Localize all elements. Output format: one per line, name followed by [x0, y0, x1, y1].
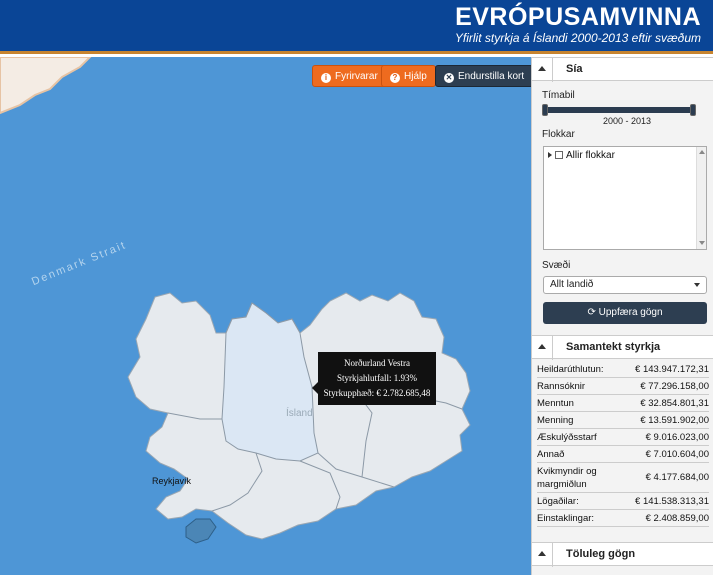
table-row: Menning € 13.591.902,00	[537, 412, 709, 429]
close-icon: ✕	[444, 73, 454, 83]
filter-panel-header[interactable]: Sía	[532, 57, 713, 82]
tooltip-amount: Styrkupphæð: € 2.782.685,48	[323, 388, 431, 398]
table-row: Rannsóknir € 77.296.158,00	[537, 378, 709, 395]
greenland-land	[0, 57, 92, 115]
collapse-icon	[538, 551, 546, 556]
region-capital[interactable]	[185, 518, 217, 544]
summary-panel-header[interactable]: Samantekt styrkja	[532, 335, 713, 360]
region-select[interactable]: Allt landið	[543, 276, 707, 294]
region-tooltip: Norðurland Vestra Styrkjahlutfall: 1.93%…	[312, 352, 436, 405]
summary-table: Heildarúthlutun: € 143.947.172,31 Rannsók…	[537, 361, 709, 527]
table-row: Heildarúthlutun: € 143.947.172,31	[537, 361, 709, 378]
slider-handle-start[interactable]	[542, 104, 548, 116]
region-label: Svæði	[542, 260, 571, 271]
region-nordurland-vestra[interactable]	[221, 302, 319, 462]
update-data-button[interactable]: ⟳ Uppfæra gögn	[543, 302, 707, 324]
expand-icon[interactable]	[548, 152, 552, 158]
table-row: Annað € 7.010.604,00	[537, 446, 709, 463]
list-scrollbar[interactable]	[696, 147, 706, 249]
app-subtitle: Yfirlit styrkja á Íslandi 2000-2013 efti…	[454, 31, 701, 45]
categories-label: Flokkar	[542, 129, 575, 140]
city-label: Reykjavík	[152, 476, 192, 486]
info-icon: i	[321, 73, 331, 83]
country-label: Ísland	[286, 408, 313, 419]
chevron-down-icon	[694, 283, 700, 287]
help-icon: ?	[390, 73, 400, 83]
checkbox[interactable]	[555, 151, 563, 159]
disclaimer-button[interactable]: i Fyrirvarar	[312, 65, 387, 87]
collapse-icon	[538, 66, 546, 71]
table-row: Æskulýðsstarf € 9.016.023,00	[537, 429, 709, 446]
period-label: Tímabil	[542, 90, 575, 101]
collapse-icon	[538, 344, 546, 349]
tooltip-share: Styrkjahlutfall: 1.93%	[337, 373, 417, 383]
refresh-icon: ⟳	[587, 307, 596, 318]
list-item[interactable]: Allir flokkar	[548, 150, 615, 161]
sidebar: Sía Tímabil 2000 - 2013 Flokkar Allir fl…	[531, 57, 713, 575]
table-row: Kvikmyndir og margmiðlun € 4.177.684,00	[537, 463, 709, 493]
numbers-panel-header[interactable]: Töluleg gögn	[532, 542, 713, 567]
tooltip-region: Norðurland Vestra	[343, 358, 411, 368]
map-view[interactable]: i Fyrirvarar ? Hjálp ✕ Endurstilla kort Den…	[0, 57, 531, 575]
app-header: EVRÓPUSAMVINNA Yfirlit styrkja á Íslandi…	[0, 0, 713, 54]
summary-panel-title: Samantekt styrkja	[566, 341, 661, 353]
table-row: Menntun € 32.854.801,31	[537, 395, 709, 412]
island-dot	[322, 344, 326, 348]
period-slider[interactable]	[542, 104, 696, 116]
app-title: EVRÓPUSAMVINNA	[455, 3, 701, 31]
slider-handle-end[interactable]	[690, 104, 696, 116]
filter-panel-title: Sía	[566, 63, 583, 75]
numbers-panel-title: Töluleg gögn	[566, 548, 636, 560]
map-canvas[interactable]	[0, 57, 531, 575]
categories-list[interactable]: Allir flokkar	[543, 146, 707, 250]
reset-map-button[interactable]: ✕ Endurstilla kort	[435, 65, 531, 87]
period-value: 2000 - 2013	[602, 116, 652, 126]
table-row: Lögaðilar: € 141.538.313,31	[537, 493, 709, 510]
help-button[interactable]: ? Hjálp	[381, 65, 436, 87]
table-row: Einstaklingar: € 2.408.859,00	[537, 510, 709, 527]
